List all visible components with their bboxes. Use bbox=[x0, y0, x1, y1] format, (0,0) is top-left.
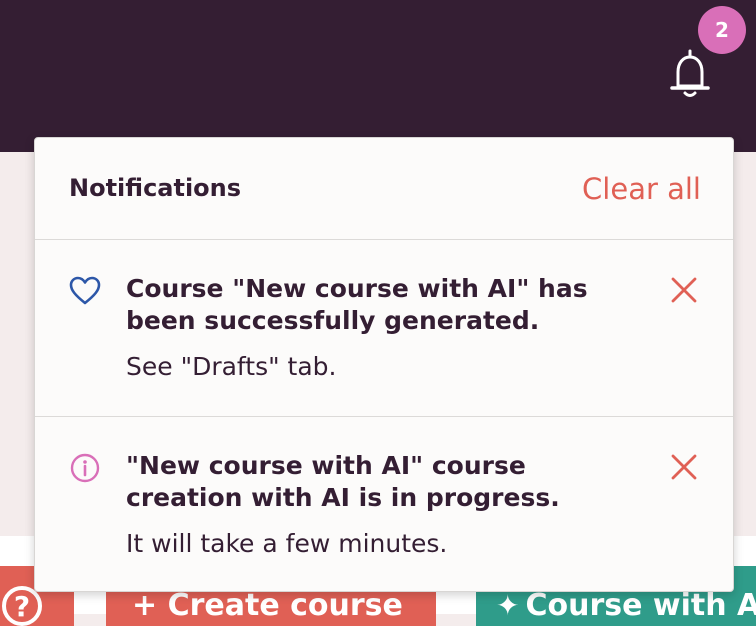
ai-course-label: Course with AI bbox=[525, 588, 756, 623]
notifications-panel: Notifications Clear all Course "New cour… bbox=[34, 137, 734, 592]
notification-body: See "Drafts" tab. bbox=[126, 352, 337, 381]
notification-title: "New course with AI" course creation wit… bbox=[126, 451, 560, 512]
notification-title: Course "New course with AI" has been suc… bbox=[126, 274, 588, 335]
clear-all-button[interactable]: Clear all bbox=[582, 172, 701, 206]
sparkle-icon: ✦ bbox=[496, 589, 520, 622]
help-icon: ? bbox=[2, 586, 42, 626]
notifications-panel-header: Notifications Clear all bbox=[35, 138, 733, 240]
panel-title: Notifications bbox=[69, 174, 242, 202]
notification-count-badge: 2 bbox=[698, 6, 746, 54]
notifications-bell-button[interactable] bbox=[666, 48, 714, 100]
notification-item: "New course with AI" course creation wit… bbox=[35, 417, 733, 591]
close-icon[interactable] bbox=[667, 273, 701, 307]
notification-item: Course "New course with AI" has been suc… bbox=[35, 240, 733, 417]
info-icon bbox=[70, 453, 100, 483]
close-icon[interactable] bbox=[667, 450, 701, 484]
top-bar bbox=[0, 0, 756, 152]
bell-icon bbox=[670, 49, 710, 97]
notification-body: It will take a few minutes. bbox=[126, 529, 448, 558]
heart-icon bbox=[69, 276, 101, 305]
